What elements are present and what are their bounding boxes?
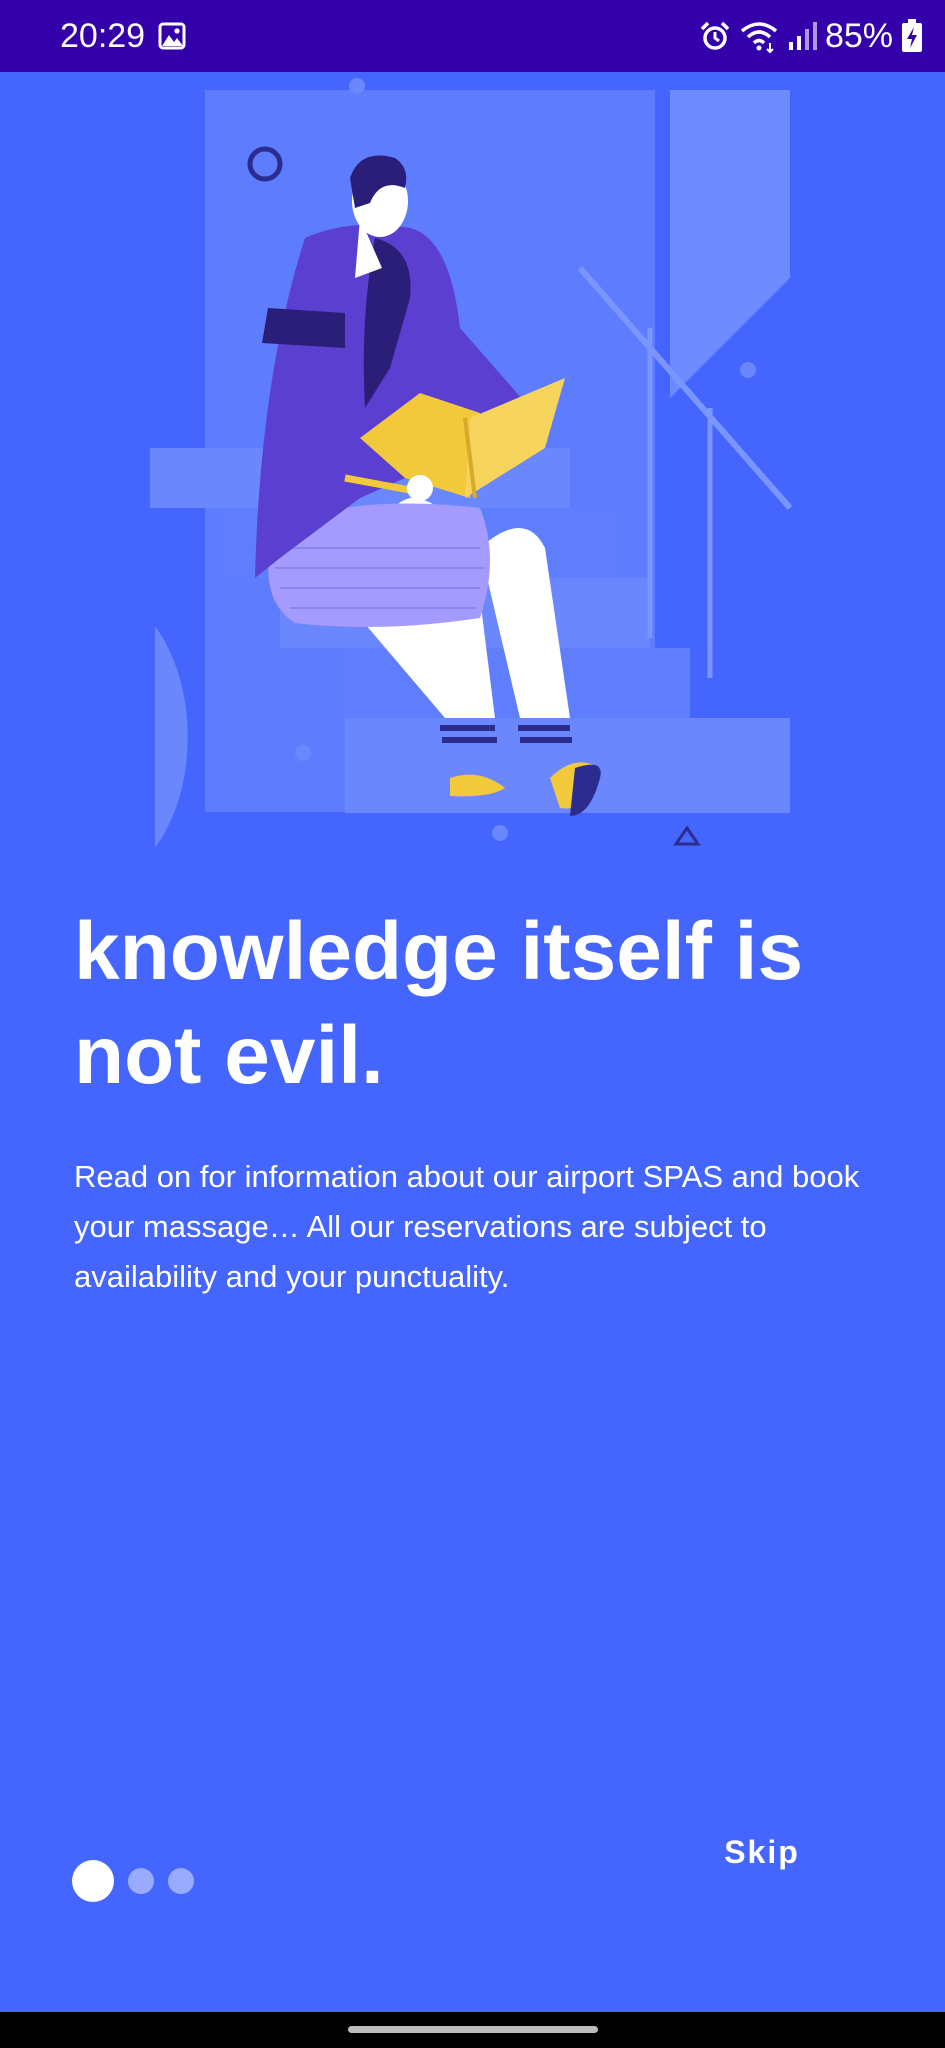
- page-dot[interactable]: [128, 1868, 154, 1894]
- battery-percentage: 85%: [824, 17, 893, 55]
- status-icons: 85%: [699, 14, 923, 58]
- onboarding-screen: 20:29 85% knowledge itself is not evil. …: [0, 0, 945, 2048]
- page-indicator: [72, 1860, 194, 1902]
- wifi-icon: [740, 22, 778, 53]
- reading-illustration: [150, 78, 793, 848]
- skip-button[interactable]: Skip: [700, 1824, 824, 1880]
- gallery-icon: [158, 22, 186, 50]
- page-dot-active[interactable]: [72, 1860, 114, 1902]
- onboarding-headline: knowledge itself is not evil.: [74, 906, 804, 1101]
- dot-shape: [740, 362, 756, 378]
- home-indicator[interactable]: [348, 2026, 598, 2033]
- onboarding-description: Read on for information about our airpor…: [74, 1159, 860, 1294]
- navigation-bar: [0, 2012, 945, 2048]
- half-circle-shape: [155, 626, 188, 848]
- page-dot[interactable]: [168, 1868, 194, 1894]
- alarm-icon: [700, 21, 730, 50]
- status-bar: 20:29 85%: [0, 0, 945, 72]
- triangle-shape: [673, 825, 701, 846]
- dot-shape: [295, 745, 311, 761]
- battery-charging-icon: [902, 19, 922, 52]
- dot-shape: [492, 825, 508, 841]
- sleeve-band: [262, 308, 345, 348]
- dot-shape: [349, 78, 365, 94]
- hand: [407, 475, 433, 501]
- signal-icon: [788, 22, 817, 50]
- status-time: 20:29: [60, 17, 146, 55]
